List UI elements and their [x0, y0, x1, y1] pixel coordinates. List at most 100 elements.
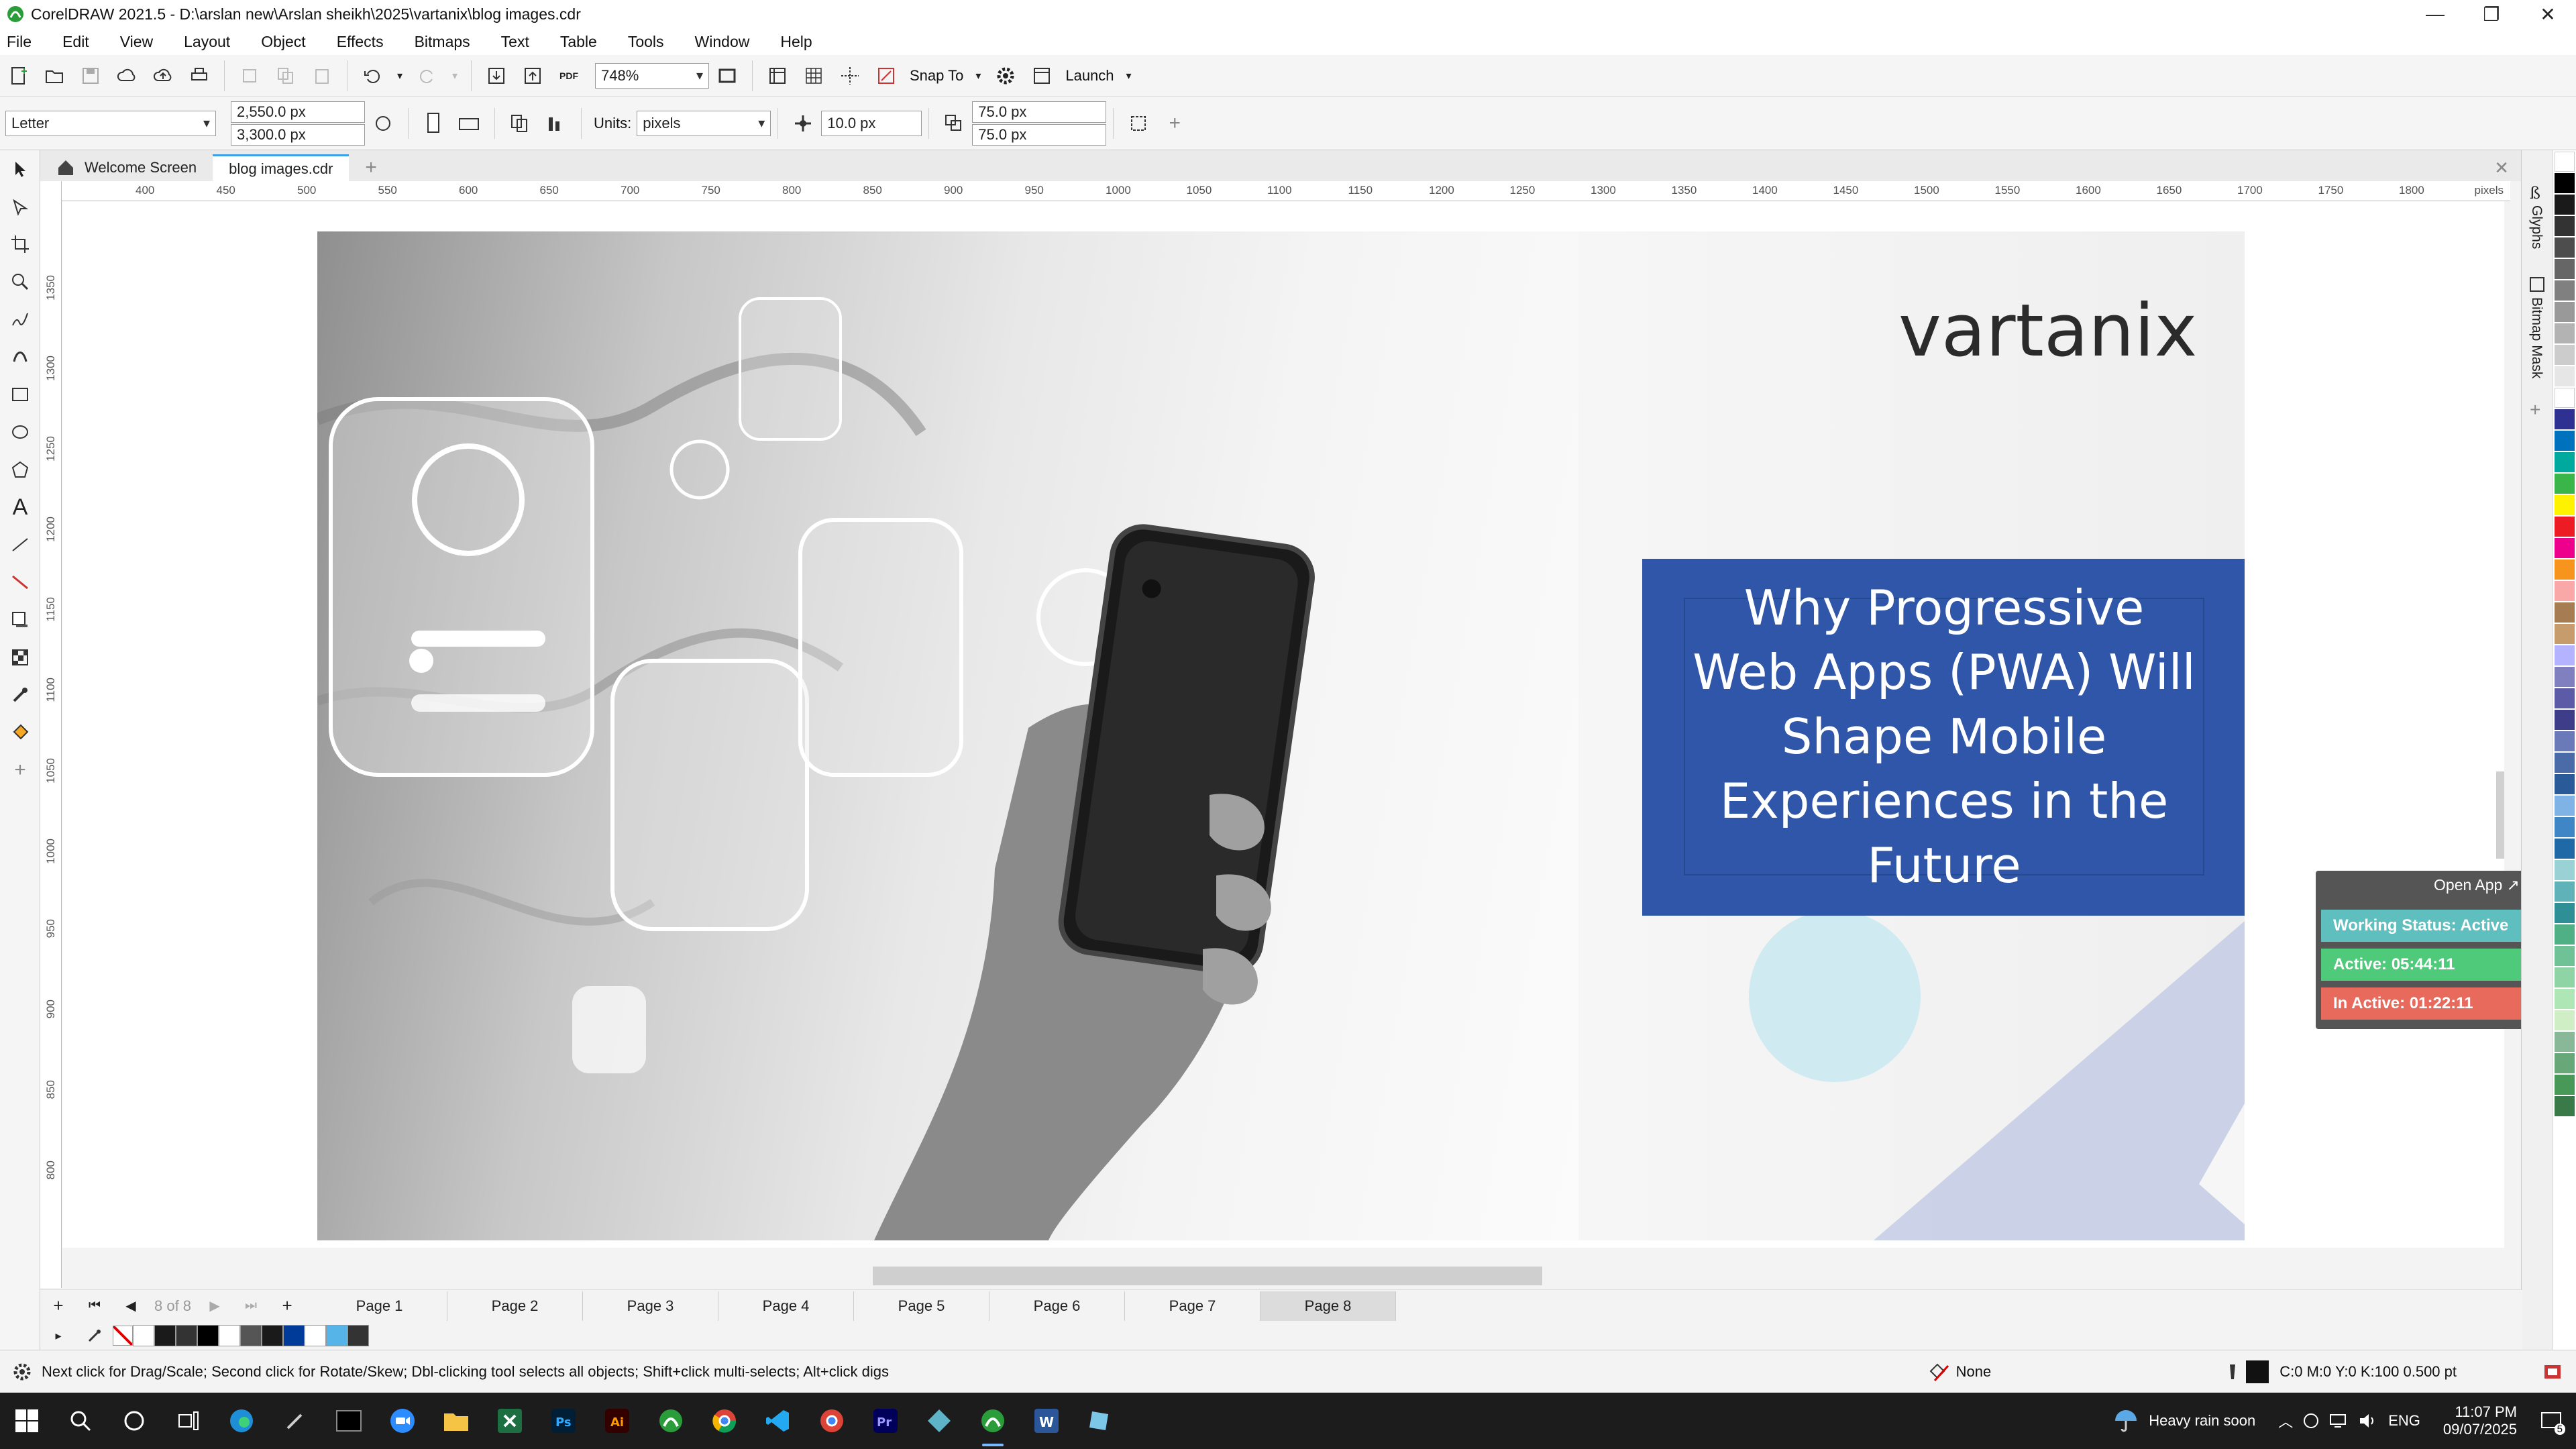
next-page-icon[interactable]: ▶ — [199, 1291, 230, 1322]
page-tab-3[interactable]: Page 3 — [583, 1291, 719, 1321]
polygon-tool-icon[interactable] — [0, 451, 40, 488]
terminal-icon[interactable] — [322, 1393, 376, 1449]
vartanix-logo[interactable]: vartanix — [1898, 292, 2234, 372]
palette-swatch[interactable] — [2554, 366, 2575, 386]
glyphs-docker-tab[interactable]: Glyphs — [2528, 205, 2544, 249]
ellipse-tool-icon[interactable] — [0, 413, 40, 451]
premiere-icon[interactable]: Pr — [859, 1393, 912, 1449]
import-icon[interactable] — [481, 60, 512, 91]
text-tool-icon[interactable]: A — [0, 488, 40, 526]
zoom-app-icon[interactable] — [376, 1393, 429, 1449]
full-screen-icon[interactable] — [712, 60, 743, 91]
palette-swatch[interactable] — [2554, 1053, 2575, 1073]
palette-swatch[interactable] — [2554, 967, 2575, 987]
palette-swatch[interactable] — [2554, 881, 2575, 902]
menu-edit[interactable]: Edit — [62, 33, 89, 51]
palette-swatch[interactable] — [2554, 710, 2575, 730]
palette-swatch[interactable] — [2554, 474, 2575, 494]
palette-swatch[interactable] — [2554, 237, 2575, 258]
document-swatch[interactable] — [154, 1325, 176, 1346]
treat-as-filled-icon[interactable] — [1123, 108, 1154, 139]
eyedropper-icon[interactable] — [0, 676, 40, 714]
palette-swatch[interactable] — [2554, 903, 2575, 923]
palette-swatch[interactable] — [2554, 431, 2575, 451]
chevron-down-icon[interactable]: ▾ — [971, 60, 985, 91]
pen-app-icon[interactable] — [268, 1393, 322, 1449]
document-swatch[interactable] — [133, 1325, 154, 1346]
previous-page-icon[interactable]: ◀ — [115, 1291, 146, 1322]
parallel-dimension-icon[interactable] — [0, 526, 40, 564]
document-swatch[interactable] — [176, 1325, 197, 1346]
crop-tool-icon[interactable] — [0, 225, 40, 263]
file-explorer-icon[interactable] — [429, 1393, 483, 1449]
document-swatch[interactable] — [347, 1325, 369, 1346]
palette-swatch[interactable] — [2554, 946, 2575, 966]
gear-icon[interactable] — [12, 1362, 32, 1382]
menu-effects[interactable]: Effects — [337, 33, 384, 51]
transparency-icon[interactable] — [0, 639, 40, 676]
page-tab-5[interactable]: Page 5 — [854, 1291, 990, 1321]
save-icon[interactable] — [75, 60, 106, 91]
units-select[interactable]: pixels — [637, 110, 771, 136]
palette-swatch[interactable] — [2554, 195, 2575, 215]
page-size-lock-icon[interactable] — [368, 108, 398, 139]
horizontal-scrollbar[interactable] — [62, 1263, 2504, 1289]
document-swatch[interactable] — [240, 1325, 262, 1346]
illustrator-icon[interactable]: Ai — [590, 1393, 644, 1449]
menu-file[interactable]: File — [7, 33, 32, 51]
last-page-icon[interactable]: ⏭ — [235, 1291, 266, 1322]
tray-chevron-icon[interactable]: ︿ — [2278, 1410, 2293, 1432]
palette-scroll-icon[interactable]: ▸ — [43, 1320, 74, 1351]
palette-swatch[interactable] — [2554, 388, 2575, 408]
palette-swatch[interactable] — [2554, 796, 2575, 816]
cloud-icon[interactable] — [111, 60, 142, 91]
language-indicator[interactable]: ENG — [2388, 1412, 2420, 1430]
copy-icon[interactable] — [270, 60, 301, 91]
pick-tool-icon[interactable] — [0, 150, 40, 188]
outline-color-swatch[interactable] — [2246, 1360, 2269, 1383]
duplicate-x-field[interactable]: 75.0 px — [972, 101, 1107, 123]
document-swatch[interactable] — [219, 1325, 240, 1346]
menu-table[interactable]: Table — [560, 33, 597, 51]
maximize-button[interactable]: ❐ — [2463, 0, 2520, 28]
headline-text[interactable]: Why Progressive Web Apps (PWA) Will Shap… — [1685, 576, 2203, 898]
snap-to-button[interactable]: Snap To — [910, 67, 963, 85]
headline-frame[interactable]: Why Progressive Web Apps (PWA) Will Shap… — [1684, 580, 2204, 894]
palette-swatch[interactable] — [2554, 860, 2575, 880]
palette-swatch[interactable] — [2554, 989, 2575, 1009]
export-icon[interactable] — [517, 60, 548, 91]
palette-swatch[interactable] — [2554, 452, 2575, 472]
palette-swatch[interactable] — [2554, 259, 2575, 279]
drop-shadow-icon[interactable] — [0, 601, 40, 639]
drawing-canvas[interactable]: vartanix Why Progressive Web Apps (PWA) … — [62, 201, 2504, 1248]
show-grid-icon[interactable] — [798, 60, 829, 91]
first-page-icon[interactable]: ⏮ — [79, 1291, 110, 1322]
menu-help[interactable]: Help — [780, 33, 812, 51]
windows-start-icon[interactable] — [0, 1393, 54, 1449]
eyedropper-icon[interactable] — [79, 1320, 110, 1351]
paste-icon[interactable] — [307, 60, 337, 91]
chrome-profile-icon[interactable] — [805, 1393, 859, 1449]
open-app-button[interactable]: Open App ↗ — [2321, 876, 2524, 903]
vertical-scrollbar-thumb[interactable] — [2496, 771, 2504, 859]
tray-app-icon[interactable] — [2302, 1412, 2320, 1430]
palette-swatch[interactable] — [2554, 323, 2575, 343]
palette-swatch[interactable] — [2554, 839, 2575, 859]
add-tool-icon[interactable]: + — [0, 751, 40, 789]
glyphs-icon[interactable]: ß — [2528, 184, 2552, 201]
undo-icon[interactable] — [357, 60, 388, 91]
volume-icon[interactable] — [2359, 1412, 2379, 1430]
color-management-icon[interactable] — [2542, 1362, 2563, 1382]
palette-swatch[interactable] — [2554, 602, 2575, 623]
chevron-down-icon[interactable]: ▾ — [393, 60, 407, 91]
page-tab-7[interactable]: Page 7 — [1125, 1291, 1261, 1321]
palette-swatch[interactable] — [2554, 559, 2575, 580]
page-tab-4[interactable]: Page 4 — [718, 1291, 855, 1321]
connector-tool-icon[interactable] — [0, 564, 40, 601]
palette-swatch[interactable] — [2554, 152, 2575, 172]
outline-pen-icon[interactable] — [2224, 1362, 2241, 1382]
palette-swatch[interactable] — [2554, 495, 2575, 515]
page-tab-8[interactable]: Page 8 — [1260, 1291, 1397, 1321]
palette-swatch[interactable] — [2554, 1096, 2575, 1116]
horizontal-ruler[interactable]: 400 450 500 550 600 650 700 750 800 850 900 950 1000… — [62, 181, 2510, 201]
